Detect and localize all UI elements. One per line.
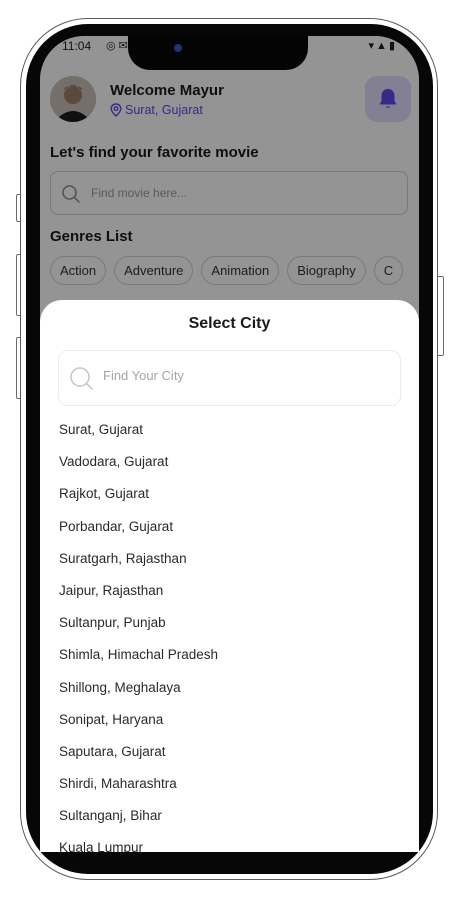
city-item[interactable]: Suratgarh, Rajasthan bbox=[59, 543, 399, 575]
city-item[interactable]: Sultanpur, Punjab bbox=[59, 607, 399, 639]
city-item[interactable]: Vadodara, Gujarat bbox=[59, 446, 399, 478]
select-city-sheet: Select City Surat, Gujarat Vadodara, Guj… bbox=[40, 300, 419, 852]
city-search-box[interactable] bbox=[58, 350, 401, 406]
city-item[interactable]: Shimla, Himachal Pradesh bbox=[59, 639, 399, 671]
city-item[interactable]: Sonipat, Haryana bbox=[59, 704, 399, 736]
city-item[interactable]: Rajkot, Gujarat bbox=[59, 478, 399, 510]
city-item[interactable]: Shillong, Meghalaya bbox=[59, 672, 399, 704]
city-item[interactable]: Saputara, Gujarat bbox=[59, 736, 399, 768]
city-list: Surat, Gujarat Vadodara, Gujarat Rajkot,… bbox=[59, 414, 399, 852]
city-item[interactable]: Jaipur, Rajasthan bbox=[59, 575, 399, 607]
phone-screen: 11:04 ◎✉▲ ▾▲▮ Welcome Mayur Surat, Gujar… bbox=[40, 36, 419, 852]
city-search-input[interactable] bbox=[103, 368, 383, 383]
search-icon bbox=[70, 367, 93, 390]
city-item[interactable]: Porbandar, Gujarat bbox=[59, 511, 399, 543]
city-item[interactable]: Sultanganj, Bihar bbox=[59, 800, 399, 832]
power-button bbox=[437, 276, 444, 356]
city-item[interactable]: Kuala Lumpur bbox=[59, 832, 399, 852]
sheet-title: Select City bbox=[188, 315, 271, 332]
city-item[interactable]: Shirdi, Maharashtra bbox=[59, 768, 399, 800]
city-item[interactable]: Surat, Gujarat bbox=[59, 414, 399, 446]
